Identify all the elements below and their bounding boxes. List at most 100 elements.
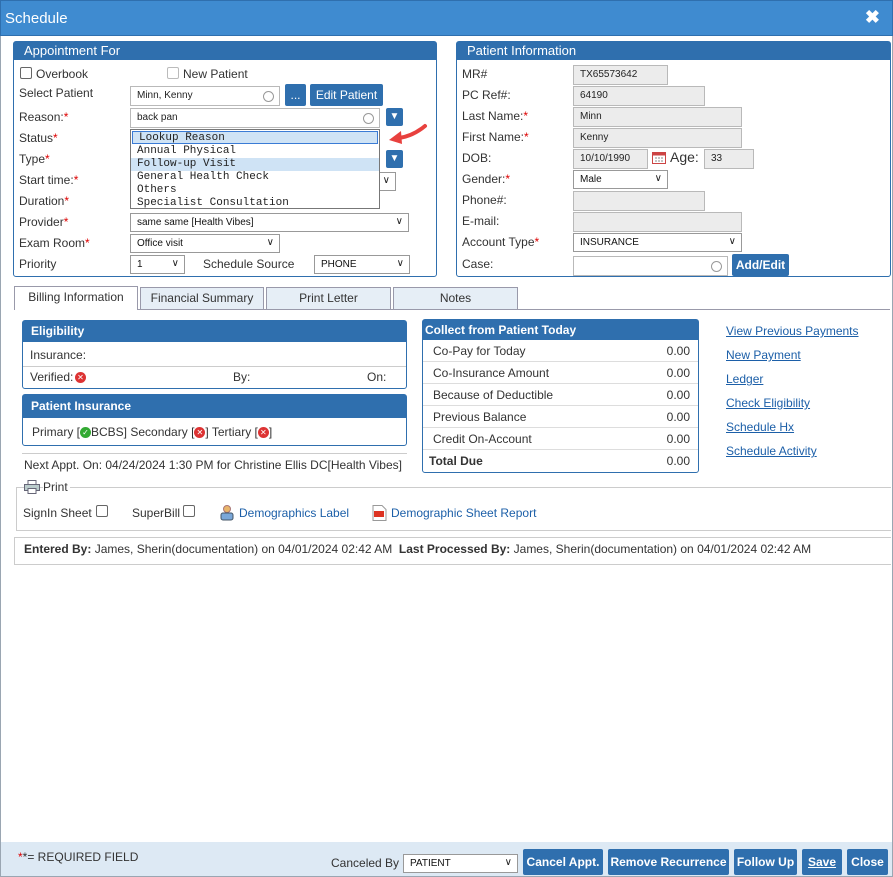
reason-option[interactable]: Annual Physical — [131, 145, 379, 158]
overbook-checkbox[interactable] — [20, 67, 32, 79]
chevron-down-icon: ∨ — [382, 175, 390, 186]
collect-row: Credit On-Account 0.00 — [423, 428, 698, 450]
email-field — [573, 212, 742, 232]
reason-value: back pan — [137, 112, 178, 123]
start-time-label: Start time:* — [19, 173, 79, 187]
last-name-field: Minn — [573, 107, 742, 127]
demographics-label-icon — [220, 505, 234, 521]
close-button[interactable]: Close — [847, 849, 888, 875]
collect-rows: Co-Pay for Today 0.00 Co-Insurance Amount… — [423, 340, 698, 472]
reason-option[interactable]: Follow-up Visit — [131, 158, 379, 171]
account-type-select[interactable]: INSURANCE ∨ — [573, 233, 742, 252]
schedule-hx-link[interactable]: Schedule Hx — [726, 420, 794, 434]
browse-patient-button[interactable]: ... — [285, 84, 306, 106]
print-legend: Print — [43, 480, 70, 494]
mr-field: TX65573642 — [573, 65, 668, 85]
email-label: E-mail: — [462, 214, 500, 228]
pcref-label: PC Ref#: — [462, 88, 511, 102]
check-eligibility-link[interactable]: Check Eligibility — [726, 396, 810, 410]
reason-option[interactable]: General Health Check — [131, 171, 379, 184]
provider-label: Provider* — [19, 215, 69, 229]
schedule-source-value: PHONE — [321, 259, 357, 270]
last-processed-label: Last Processed By: — [398, 542, 511, 556]
chevron-down-icon: ∨ — [395, 216, 403, 227]
age-label: Age: — [670, 149, 699, 165]
chevron-down-icon: ∨ — [654, 173, 662, 184]
reason-option[interactable]: Specialist Consultation — [131, 197, 379, 210]
chevron-down-icon: ∨ — [728, 236, 736, 247]
bracket: ] — [205, 425, 209, 439]
select-patient-input[interactable]: Minn, Kenny — [130, 86, 280, 106]
canceled-by-label: Canceled By — [331, 856, 400, 870]
reason-input[interactable]: back pan — [130, 108, 380, 128]
search-icon[interactable] — [263, 91, 274, 102]
not-verified-icon: ✕ — [75, 372, 86, 383]
follow-up-button[interactable]: Follow Up — [734, 849, 797, 875]
printer-icon — [24, 480, 40, 494]
priority-select[interactable]: 1 ∨ — [130, 255, 185, 274]
cancel-appt-button[interactable]: Cancel Appt. — [523, 849, 603, 875]
save-button[interactable]: Save — [802, 849, 842, 875]
add-edit-case-button[interactable]: Add/Edit — [732, 254, 789, 276]
type-dropdown-button[interactable]: ▼ — [386, 150, 403, 168]
gender-value: Male — [580, 174, 602, 185]
dob-label: DOB: — [462, 151, 492, 165]
demographic-sheet-report-link[interactable]: Demographic Sheet Report — [391, 506, 536, 520]
search-icon[interactable] — [363, 113, 374, 124]
pdf-icon — [372, 505, 387, 521]
collect-header: Collect from Patient Today — [423, 320, 698, 340]
tab-billing-information[interactable]: Billing Information — [14, 286, 138, 310]
tab-notes[interactable]: Notes — [393, 287, 518, 309]
appointment-header: Appointment For — [14, 42, 436, 60]
pcref-field: 64190 — [573, 86, 705, 106]
eligibility-header: Eligibility — [23, 321, 406, 342]
entered-by-label: Entered By: — [24, 542, 92, 556]
tab-print-letter[interactable]: Print Letter — [266, 287, 391, 309]
edit-patient-button[interactable]: Edit Patient — [310, 84, 383, 106]
reason-dropdown-list[interactable]: Lookup Reason Annual Physical Follow-up … — [130, 129, 380, 209]
insurance-label: Insurance: — [30, 348, 87, 362]
view-previous-payments-link[interactable]: View Previous Payments — [726, 324, 859, 338]
remove-recurrence-button[interactable]: Remove Recurrence — [608, 849, 729, 875]
collect-row: Co-Insurance Amount 0.00 — [423, 362, 698, 384]
ledger-link[interactable]: Ledger — [726, 372, 763, 386]
mr-label: MR# — [462, 67, 488, 81]
provider-select[interactable]: same same [Health Vibes] ∨ — [130, 213, 409, 232]
select-patient-label: Select Patient — [19, 86, 94, 100]
schedule-source-select[interactable]: PHONE ∨ — [314, 255, 410, 274]
primary-value: BCBS] — [91, 425, 128, 439]
priority-value: 1 — [137, 259, 143, 270]
last-name-label: Last Name:* — [462, 109, 529, 123]
exam-room-value: Office visit — [137, 238, 183, 249]
exam-room-select[interactable]: Office visit ∨ — [130, 234, 280, 253]
entered-by-value: James, Sherin(documentation) on 04/01/20… — [94, 542, 393, 556]
verified-label: Verified: — [30, 370, 74, 384]
superbill-checkbox[interactable] — [183, 505, 195, 517]
demographics-label-link[interactable]: Demographics Label — [239, 506, 349, 520]
first-name-label: First Name:* — [462, 130, 529, 144]
first-name-field: Kenny — [573, 128, 742, 148]
close-icon[interactable]: ✖ — [865, 7, 880, 28]
signin-sheet-checkbox[interactable] — [96, 505, 108, 517]
new-patient-checkbox[interactable] — [167, 67, 179, 79]
not-set-icon: ✕ — [194, 427, 206, 439]
reason-option[interactable]: Others — [131, 184, 379, 197]
check-icon: ✓ — [80, 427, 91, 439]
reason-option[interactable]: Lookup Reason — [132, 131, 378, 144]
canceled-by-select[interactable]: PATIENT ∨ — [403, 854, 518, 873]
new-payment-link[interactable]: New Payment — [726, 348, 801, 362]
case-input[interactable] — [573, 256, 728, 276]
gender-select[interactable]: Male ∨ — [573, 170, 668, 189]
status-label: Status* — [19, 131, 58, 145]
schedule-activity-link[interactable]: Schedule Activity — [726, 444, 817, 458]
patient-insurance-header: Patient Insurance — [23, 395, 406, 418]
patient-info-header: Patient Information — [457, 42, 890, 60]
new-patient-label: New Patient — [183, 67, 248, 81]
chevron-down-icon: ∨ — [266, 237, 274, 248]
select-patient-value: Minn, Kenny — [137, 90, 193, 101]
calendar-icon[interactable] — [652, 151, 666, 164]
search-icon[interactable] — [711, 261, 722, 272]
primary-label: Primary [ — [32, 425, 80, 439]
tab-financial-summary[interactable]: Financial Summary — [140, 287, 264, 309]
account-type-value: INSURANCE — [580, 237, 639, 248]
